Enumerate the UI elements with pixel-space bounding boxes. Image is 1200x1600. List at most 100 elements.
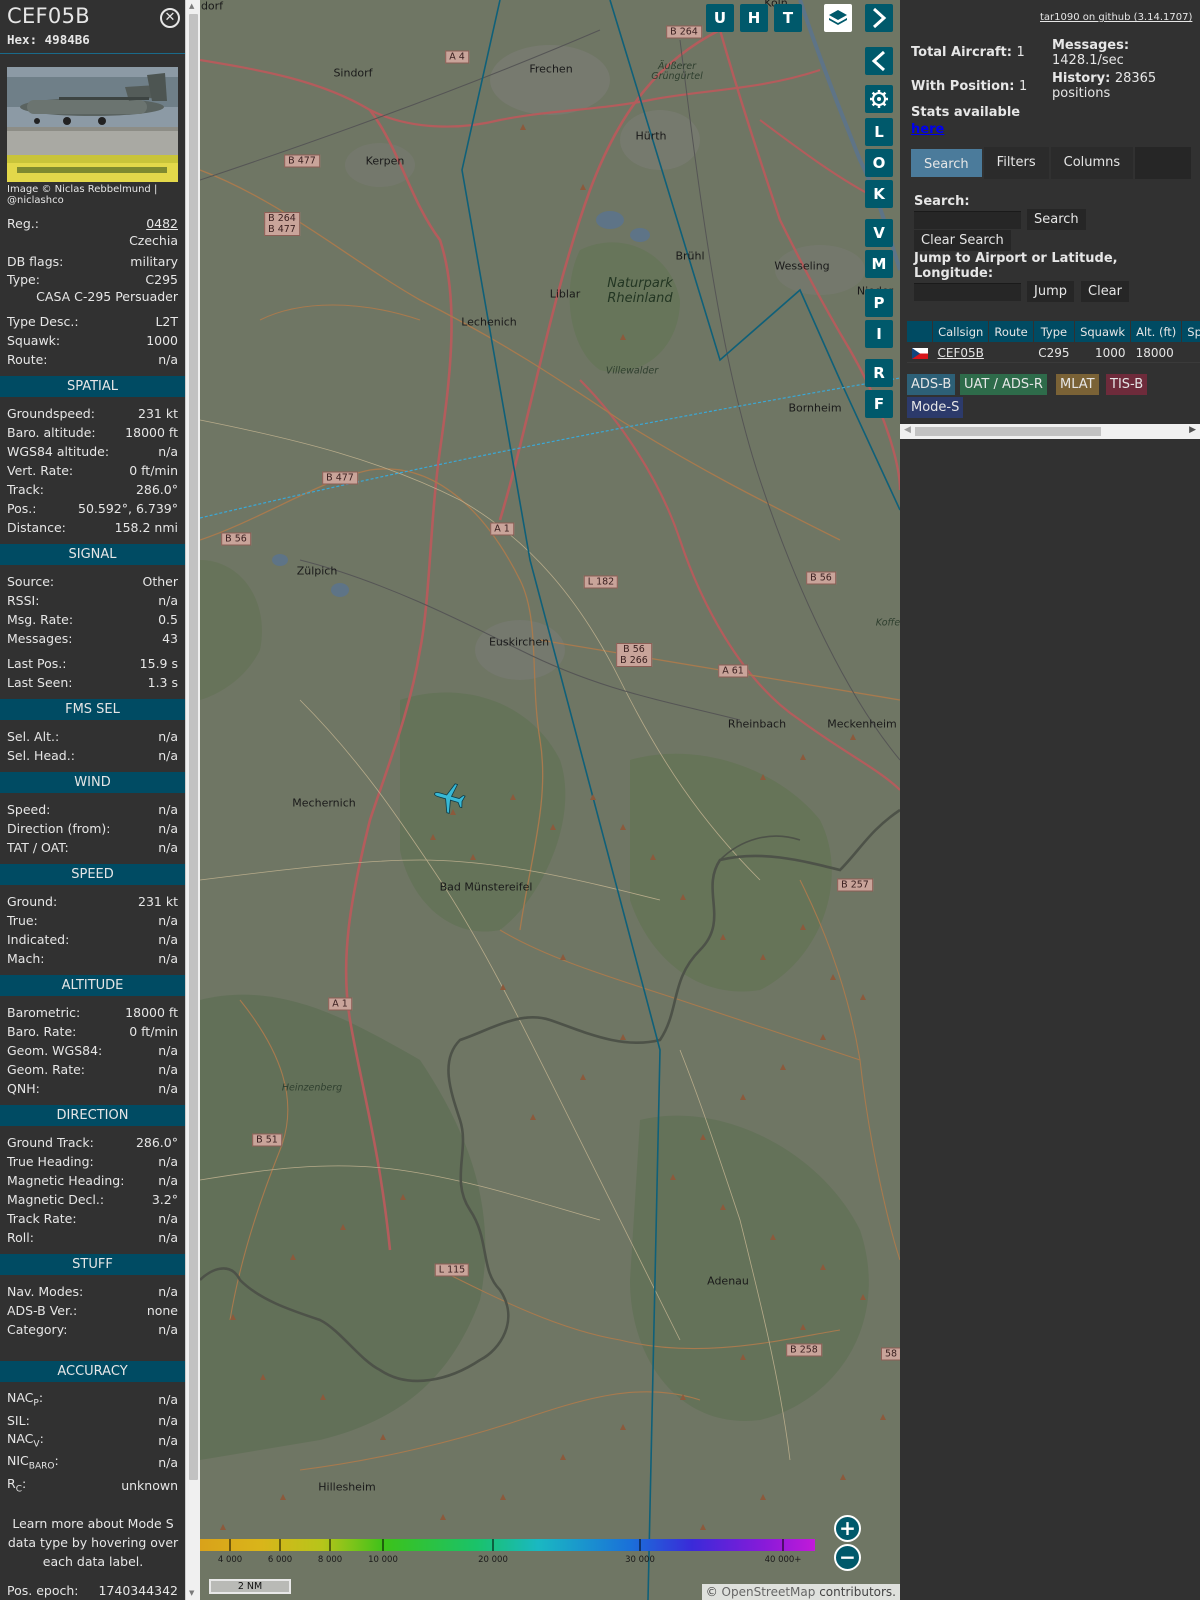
search-button[interactable]: Search <box>1027 209 1086 230</box>
map-place-label: Mechernich <box>292 796 356 810</box>
detail-row: WGS84 altitude: n/a <box>7 442 178 460</box>
detail-value: n/a <box>158 728 178 744</box>
collapse-left-icon[interactable] <box>865 47 893 75</box>
tab-columns[interactable]: Columns <box>1050 147 1136 179</box>
callsign-cell[interactable]: CEF05B <box>932 342 989 363</box>
column-header[interactable]: Callsign <box>931 320 990 343</box>
column-header[interactable]: Squawk <box>1074 320 1132 343</box>
detail-value: 15.9 s <box>139 655 178 671</box>
detail-value: n/a <box>158 1432 178 1448</box>
scroll-right-icon[interactable]: ▶ <box>1189 425 1196 435</box>
github-link[interactable]: tar1090 on github (3.14.1707) <box>1040 12 1192 23</box>
country-value: Czechia <box>129 233 178 248</box>
clear-search-button[interactable]: Clear Search <box>914 230 1011 251</box>
layers-icon[interactable] <box>824 4 852 32</box>
reg-label: Reg.: <box>7 215 39 231</box>
sidebar-scroll-thumb[interactable] <box>189 14 198 1480</box>
detail-row: Ground Track: 286.0° <box>7 1133 178 1151</box>
toolbar-button-o[interactable]: O <box>865 149 893 177</box>
map-place-label: Euskirchen <box>488 635 550 649</box>
road-shield: B 258 <box>786 1343 822 1357</box>
section-direction: DIRECTION <box>0 1105 185 1126</box>
jump-label: Jump to Airport or Latitude, Longitude: <box>914 251 1118 281</box>
reg-link[interactable]: 0482 <box>146 216 178 231</box>
detail-value: 3.2° <box>151 1191 178 1207</box>
column-header[interactable]: Alt. (ft) <box>1130 320 1183 343</box>
attribution-text: contributors. <box>819 1585 896 1599</box>
toolbar-button-p[interactable]: P <box>865 289 893 317</box>
column-header[interactable]: Type <box>1032 320 1076 343</box>
detail-row: Geom. Rate: n/a <box>7 1060 178 1078</box>
detail-row: Messages: 43 <box>7 629 178 647</box>
section-fms-sel: FMS SEL <box>0 699 185 720</box>
detail-row: Msg. Rate: 0.5 <box>7 610 178 628</box>
stats-here-link[interactable]: here <box>911 122 944 137</box>
altitude-legend-bar <box>200 1539 815 1551</box>
table-horizontal-scrollbar[interactable]: ◀ ▶ <box>900 424 1200 439</box>
detail-value: n/a <box>158 801 178 817</box>
detail-row: Sel. Alt.: n/a <box>7 727 178 745</box>
detail-row: Vert. Rate: 0 ft/min <box>7 461 178 479</box>
detail-label: Geom. WGS84: <box>7 1042 103 1058</box>
detail-value: n/a <box>158 443 178 459</box>
scroll-up-icon[interactable]: ▲ <box>189 2 194 10</box>
detail-row: Pos.: 50.592°, 6.739° <box>7 499 178 517</box>
toolbar-button-r[interactable]: R <box>865 359 893 387</box>
sidebar-scrollbar[interactable]: ▲ ▼ <box>185 0 200 1600</box>
toolbar-button-f[interactable]: F <box>865 390 893 418</box>
legend-modes: Mode-S <box>907 397 964 418</box>
toolbar-button-k[interactable]: K <box>865 180 893 208</box>
openstreetmap-link[interactable]: OpenStreetMap <box>722 1585 816 1599</box>
aircraft-marker-icon[interactable] <box>432 780 468 816</box>
detail-row: Magnetic Decl.: 3.2° <box>7 1190 178 1208</box>
close-icon[interactable]: ✕ <box>160 8 180 28</box>
detail-label: Msg. Rate: <box>7 611 74 627</box>
legend-mlat: MLAT <box>1056 374 1099 395</box>
detail-label: QNH: <box>7 1080 40 1096</box>
gear-icon[interactable] <box>865 85 893 113</box>
aircraft-photo[interactable] <box>7 67 178 182</box>
zoom-in-button[interactable]: + <box>834 1515 861 1542</box>
detail-label: Geom. Rate: <box>7 1061 86 1077</box>
toolbar-button-m[interactable]: M <box>865 250 893 278</box>
tab-search[interactable]: Search <box>909 147 984 179</box>
scale-line: 2 NM <box>209 1579 291 1594</box>
search-label: Search: <box>914 194 970 209</box>
column-header[interactable]: Spd. <box>1181 320 1200 343</box>
detail-value: n/a <box>158 839 178 855</box>
jump-button[interactable]: Jump <box>1027 281 1074 302</box>
toolbar-button-i[interactable]: I <box>865 320 893 348</box>
table-scroll-thumb[interactable] <box>915 427 1101 436</box>
map-view[interactable]: Sindorf Frechen Hürth Kerpen Brühl Wesse… <box>200 0 900 1600</box>
type-full-value: CASA C-295 Persuader <box>36 289 178 304</box>
zoom-out-button[interactable]: − <box>834 1544 861 1571</box>
toolbar-button-h[interactable]: H <box>740 4 768 32</box>
detail-value: n/a <box>158 1229 178 1245</box>
park-label: Naturpark Rheinland <box>607 276 673 306</box>
column-flag[interactable] <box>906 320 933 343</box>
detail-label: NACP: <box>7 1389 44 1409</box>
detail-value: n/a <box>158 1454 178 1470</box>
clear-button[interactable]: Clear <box>1081 281 1129 302</box>
search-input[interactable] <box>914 211 1021 229</box>
detail-row: Baro. Rate: 0 ft/min <box>7 1022 178 1040</box>
road-shield: A 1 <box>490 522 514 536</box>
detail-value: unknown <box>121 1477 178 1493</box>
db-flags-value: military <box>130 253 178 269</box>
tar1090-app: CEF05B Hex: 4984B6 ✕ Image © Niclas Rebb… <box>0 0 1200 1600</box>
toolbar-button-v[interactable]: V <box>865 219 893 247</box>
jump-input[interactable] <box>914 283 1021 301</box>
scroll-down-icon[interactable]: ▼ <box>189 1589 194 1597</box>
toolbar-button-t[interactable]: T <box>774 4 802 32</box>
callsign-link[interactable]: CEF05B <box>938 346 984 360</box>
column-header[interactable]: Route <box>988 320 1034 343</box>
toolbar-button-l[interactable]: L <box>865 118 893 146</box>
detail-row: Ground: 231 kt <box>7 892 178 910</box>
toolbar-button-u[interactable]: U <box>706 4 734 32</box>
map-place-label: Hillesheim <box>318 1480 376 1494</box>
map-place-label: Meckenheim <box>827 717 897 731</box>
scroll-left-icon[interactable]: ◀ <box>904 425 911 435</box>
tab-filters[interactable]: Filters <box>983 147 1051 179</box>
expand-right-icon[interactable] <box>865 4 893 32</box>
table-row[interactable]: CEF05B C295 1000 18000 <box>906 342 1200 363</box>
